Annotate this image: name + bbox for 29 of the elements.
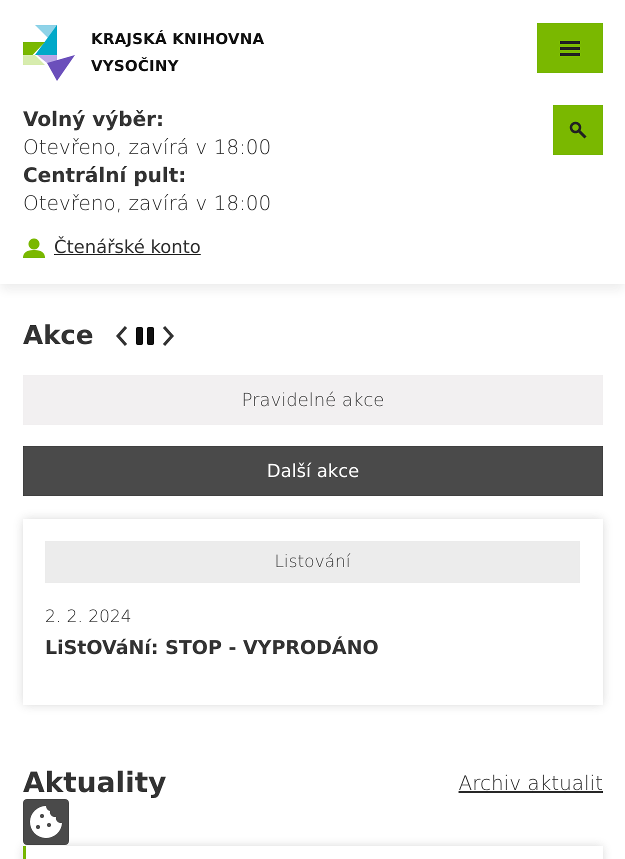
archive-link[interactable]: Archiv aktualit: [458, 771, 603, 795]
hours-status: Otevřeno, zavírá v 18:00: [23, 190, 272, 217]
library-name: KRAJSKÁ KNIHOVNA VYSOČINY: [91, 29, 264, 77]
section-heading: Akce: [23, 321, 94, 351]
account-link[interactable]: Čtenářské konto: [54, 237, 201, 258]
hours-status: Otevřeno, zavírá v 18:00: [23, 134, 272, 161]
category-label: Listování: [45, 541, 580, 583]
event-date: 2. 2. 2024: [45, 607, 133, 627]
tab[interactable]: Pravidelné akce: [23, 375, 603, 425]
cookie-settings-button[interactable]: [23, 799, 69, 845]
user-icon: [23, 238, 45, 258]
pause-button[interactable]: [135, 326, 156, 346]
menu-button[interactable]: [537, 23, 603, 73]
hours-label: Volný výběr:: [23, 106, 166, 133]
pause-icon: [135, 326, 156, 346]
event-card[interactable]: Listování 2. 2. 2024 LiStOVáNí: STOP - VYPRODÁNO: [23, 519, 603, 705]
hours-label: Centrální pult:: [23, 162, 188, 189]
tab[interactable]: Další akce: [23, 446, 603, 496]
search-icon: [569, 121, 587, 139]
section-heading: Aktuality: [23, 769, 166, 797]
menu-icon: [560, 40, 580, 56]
chevron-right-icon: [161, 325, 176, 347]
cookie-icon: [29, 805, 63, 839]
next-button[interactable]: [161, 325, 176, 347]
previous-button[interactable]: [115, 325, 130, 347]
search-button[interactable]: [553, 105, 603, 155]
chevron-left-icon: [115, 325, 130, 347]
logo-icon: [23, 25, 75, 81]
event-title: LiStOVáNí: STOP - VYPRODÁNO: [45, 637, 380, 659]
